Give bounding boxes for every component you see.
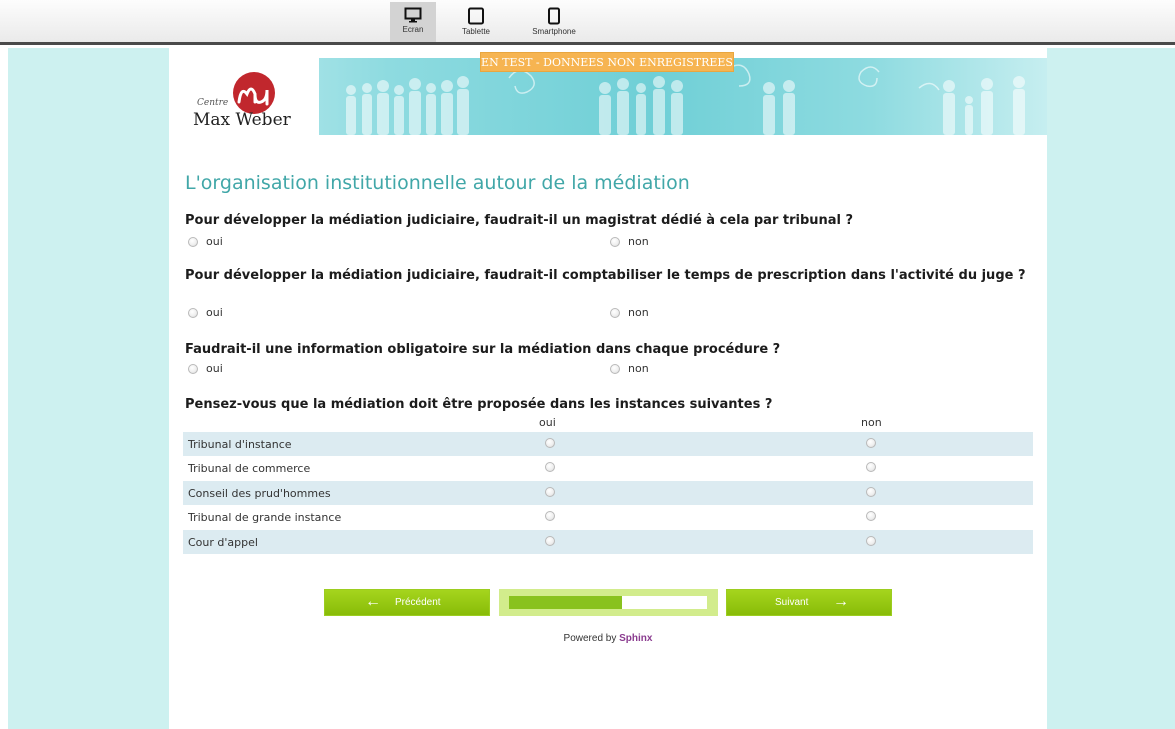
progress-fill: [509, 596, 622, 609]
radio-button[interactable]: [610, 363, 620, 374]
radio-button[interactable]: [188, 363, 198, 374]
next-label: Suivant: [775, 597, 809, 608]
radio-button[interactable]: [610, 236, 620, 247]
grid-radio-non[interactable]: [866, 536, 876, 546]
smartphone-icon: [548, 7, 560, 25]
option-label: non: [628, 362, 649, 375]
q3-option-non[interactable]: non: [610, 362, 649, 375]
device-smartphone-button[interactable]: Smartphone: [526, 2, 582, 42]
option-label: oui: [206, 306, 223, 319]
question-3: Faudrait-il une information obligatoire …: [185, 342, 781, 357]
grid-row-label: Conseil des prud'hommes: [188, 487, 331, 500]
grid-radio-non[interactable]: [866, 487, 876, 497]
logo-small-text: Centre: [197, 98, 229, 108]
option-label: non: [628, 306, 649, 319]
device-toolbar: Ecran Tablette Smartphone: [0, 0, 1175, 45]
device-tablette-button[interactable]: Tablette: [453, 2, 499, 42]
grid-radio-oui[interactable]: [545, 438, 555, 448]
tablet-icon: [468, 7, 484, 25]
grid-radio-non[interactable]: [866, 438, 876, 448]
survey-page: Centre Max Weber EN TEST - DONNEES NON E…: [169, 48, 1047, 729]
radio-button[interactable]: [188, 236, 198, 247]
question-2: Pour développer la médiation judiciaire,…: [185, 268, 1026, 283]
device-label: Smartphone: [532, 27, 576, 36]
arrow-right-icon: →: [833, 593, 849, 610]
previous-label: Précédent: [395, 597, 441, 608]
grid-radio-oui[interactable]: [545, 487, 555, 497]
q1-option-oui[interactable]: oui: [188, 235, 223, 248]
grid-radio-oui[interactable]: [545, 462, 555, 472]
q3-option-oui[interactable]: oui: [188, 362, 223, 375]
radio-button[interactable]: [188, 307, 198, 318]
grid-row-label: Tribunal de commerce: [188, 462, 311, 475]
q2-option-oui[interactable]: oui: [188, 306, 223, 319]
grid-row: Tribunal d'instance: [183, 432, 1033, 456]
grid-row-label: Tribunal d'instance: [188, 438, 292, 451]
grid-row: Tribunal de grande instance: [183, 505, 1033, 529]
sphinx-link[interactable]: Sphinx: [619, 633, 652, 644]
question-4: Pensez-vous que la médiation doit être p…: [185, 397, 773, 412]
device-ecran-button[interactable]: Ecran: [390, 2, 436, 42]
logo-mark-icon: [233, 72, 275, 114]
test-mode-badge: EN TEST - DONNEES NON ENREGISTREES: [480, 52, 734, 72]
device-label: Ecran: [402, 25, 424, 34]
grid-row: Tribunal de commerce: [183, 456, 1033, 480]
option-label: non: [628, 235, 649, 248]
powered-by-footer: Powered by Sphinx: [169, 633, 1047, 644]
grid-radio-oui[interactable]: [545, 511, 555, 521]
grid-column-non: non: [861, 416, 882, 429]
option-label: oui: [206, 235, 223, 248]
grid-row: Conseil des prud'hommes: [183, 481, 1033, 505]
grid-row-label: Cour d'appel: [188, 536, 258, 549]
section-title: L'organisation institutionnelle autour d…: [185, 172, 690, 194]
grid-radio-non[interactable]: [866, 511, 876, 521]
grid-column-oui: oui: [539, 416, 556, 429]
grid-radio-non[interactable]: [866, 462, 876, 472]
max-weber-logo: Centre Max Weber: [169, 58, 319, 135]
monitor-icon: [404, 7, 422, 23]
option-label: oui: [206, 362, 223, 375]
device-label: Tablette: [461, 27, 491, 36]
powered-by-text: Powered by: [563, 633, 617, 644]
radio-button[interactable]: [610, 307, 620, 318]
arrow-left-icon: ←: [365, 593, 381, 610]
logo-big-text: Max Weber: [193, 110, 291, 130]
progress-bar: [499, 589, 718, 616]
q1-option-non[interactable]: non: [610, 235, 649, 248]
grid-radio-oui[interactable]: [545, 536, 555, 546]
next-button[interactable]: Suivant →: [726, 589, 892, 616]
grid-row-label: Tribunal de grande instance: [188, 511, 342, 524]
question-1: Pour développer la médiation judiciaire,…: [185, 213, 854, 228]
q2-option-non[interactable]: non: [610, 306, 649, 319]
progress-track: [509, 596, 707, 609]
previous-button[interactable]: ← Précédent: [324, 589, 490, 616]
grid-row: Cour d'appel: [183, 530, 1033, 554]
